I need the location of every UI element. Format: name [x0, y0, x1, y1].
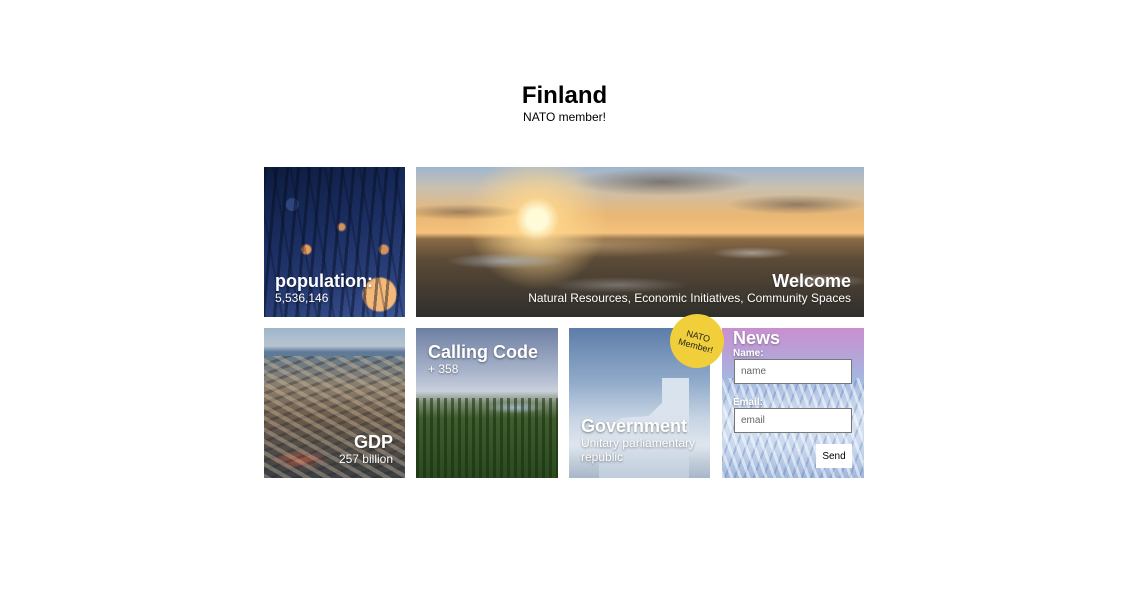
welcome-subtitle: Natural Resources, Economic Initiatives,…: [528, 291, 851, 305]
welcome-caption: Welcome Natural Resources, Economic Init…: [528, 271, 851, 305]
population-tile: population: 5,536,146: [264, 167, 405, 317]
page-header: Finland NATO member!: [0, 82, 1129, 124]
news-title: News: [733, 328, 781, 348]
population-caption: population: 5,536,146: [275, 271, 373, 305]
calling-code-title: Calling Code: [428, 342, 539, 362]
email-input[interactable]: [734, 408, 852, 433]
calling-code-value: + 358: [428, 362, 459, 376]
government-title: Government: [581, 416, 688, 436]
page-title: Finland: [521, 82, 608, 109]
gdp-title: GDP: [353, 432, 393, 452]
calling-code-caption: Calling Code + 358: [428, 342, 538, 376]
news-tile: News Name: Email: Send: [722, 328, 864, 478]
send-button[interactable]: Send: [816, 444, 852, 468]
gdp-tile: GDP 257 billion: [264, 328, 405, 478]
government-caption: Government Unitary parliamentary republi…: [581, 416, 706, 464]
population-value: 5,536,146: [275, 291, 329, 305]
gdp-value: 257 billion: [338, 452, 393, 466]
name-input[interactable]: [734, 359, 852, 384]
government-value: Unitary parliamentary republic: [581, 436, 696, 464]
gdp-caption: GDP 257 billion: [339, 432, 393, 466]
page-subtitle: NATO member!: [523, 110, 606, 124]
population-title: population:: [275, 271, 373, 291]
calling-code-tile: Calling Code + 358: [416, 328, 558, 478]
name-label: Name:: [733, 348, 764, 359]
email-label: Email:: [733, 397, 764, 408]
welcome-tile: Welcome Natural Resources, Economic Init…: [416, 167, 864, 317]
welcome-title: Welcome: [772, 271, 851, 291]
calling-code-image: [416, 398, 558, 478]
